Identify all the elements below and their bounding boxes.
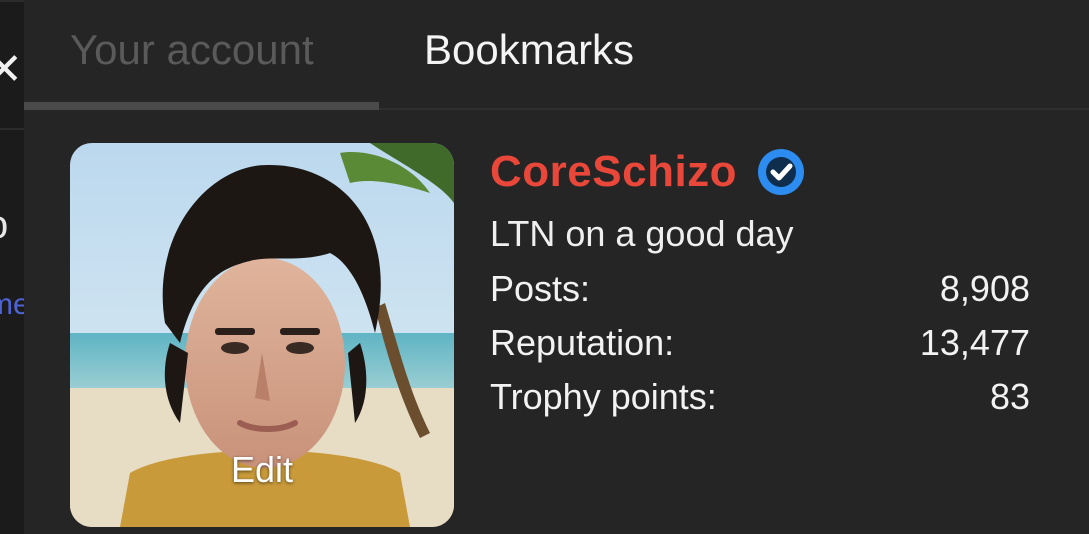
tab-label: Bookmarks	[424, 26, 635, 73]
tab-label: Your account	[70, 26, 314, 73]
account-panel: Your account Bookmarks Edit CoreSchizo L…	[24, 0, 1089, 534]
strip-divider	[0, 128, 24, 130]
stat-value[interactable]: 13,477	[920, 316, 1030, 370]
stat-row-trophy-points: Trophy points: 83	[490, 370, 1030, 424]
tab-bar: Your account Bookmarks	[24, 0, 1089, 110]
username-row: CoreSchizo	[490, 140, 1030, 204]
avatar-edit-label[interactable]: Edit	[70, 449, 454, 491]
stat-row-reputation: Reputation: 13,477	[490, 316, 1030, 370]
tab-your-account[interactable]: Your account	[24, 0, 379, 110]
tab-bookmarks[interactable]: Bookmarks	[424, 0, 634, 110]
stat-value[interactable]: 83	[990, 370, 1030, 424]
stat-row-posts: Posts: 8,908	[490, 262, 1030, 316]
username-link[interactable]: CoreSchizo	[490, 147, 737, 197]
background-page-strip: ✕ o me	[0, 0, 24, 534]
stat-label: Reputation:	[490, 322, 675, 363]
verified-check-icon	[758, 149, 805, 195]
stat-label: Posts:	[490, 268, 591, 309]
active-tab-underline	[24, 102, 379, 110]
strip-divider	[0, 0, 24, 2]
stat-value[interactable]: 8,908	[940, 262, 1030, 316]
stat-label: Trophy points:	[490, 376, 717, 417]
avatar[interactable]: Edit	[70, 143, 454, 527]
close-icon[interactable]: ✕	[0, 48, 23, 92]
profile-info: CoreSchizo LTN on a good day Posts: 8,90…	[490, 140, 1030, 424]
user-title: LTN on a good day	[490, 213, 794, 254]
background-link-fragment[interactable]: me	[0, 290, 24, 320]
background-text-fragment: o	[0, 205, 8, 245]
